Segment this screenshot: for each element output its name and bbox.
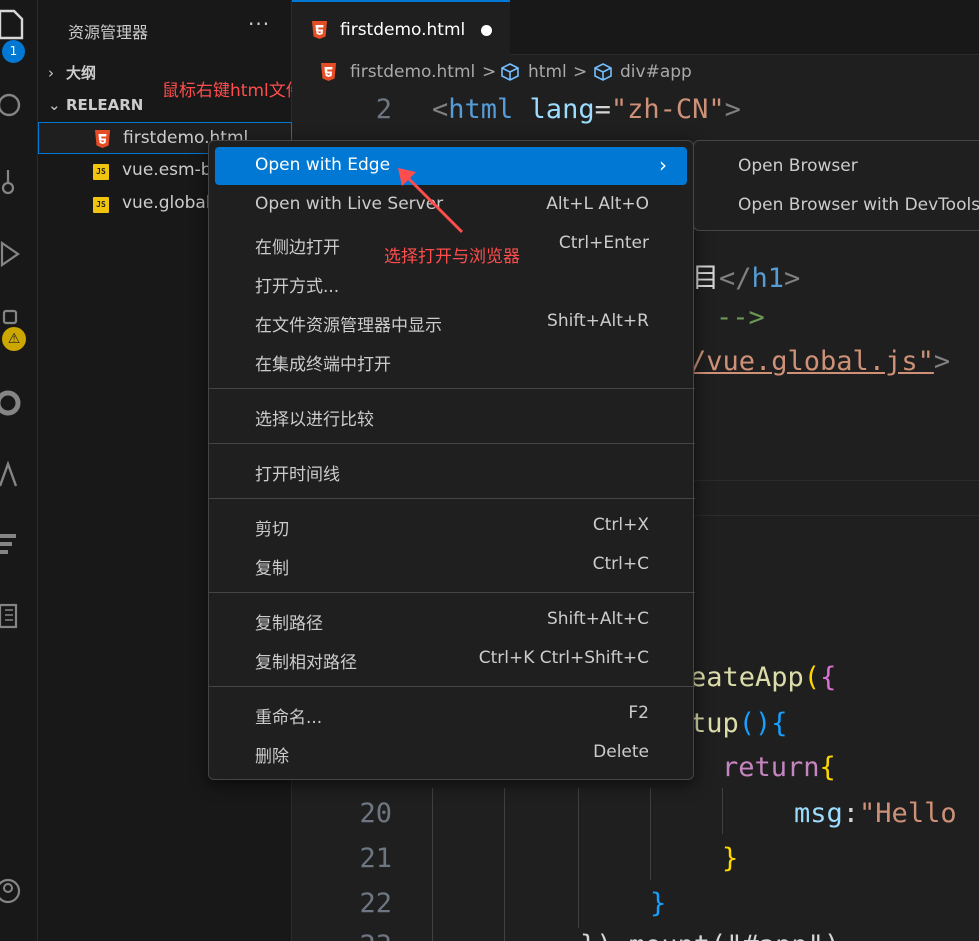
- editor-divider: [692, 515, 979, 516]
- tab-label: firstdemo.html: [340, 20, 466, 40]
- breadcrumb-html[interactable]: html: [528, 62, 567, 82]
- menu-separator: [209, 388, 695, 389]
- file-name: vue.global: [122, 193, 211, 213]
- explorer-icon[interactable]: [0, 2, 38, 42]
- warning-badge: ⚠: [2, 327, 26, 351]
- menu-item-rename[interactable]: 重命名... F2: [215, 695, 687, 733]
- annotation-right-click: 鼠标右键html文件: [162, 81, 303, 101]
- code-line: /vue.global.js">: [690, 346, 951, 377]
- indent-guide: [504, 788, 505, 941]
- code-line: tup(){: [690, 708, 788, 739]
- html5-icon: [321, 63, 336, 81]
- activity-bar: 1 ⚠: [0, 0, 38, 941]
- chevron-right-icon: ›: [48, 64, 54, 82]
- test-icon[interactable]: [0, 522, 38, 562]
- code-line: -->: [716, 302, 765, 333]
- open-with-edge-submenu: Open Browser Open Browser with DevTools: [693, 140, 979, 231]
- book-icon[interactable]: [0, 594, 38, 634]
- line-number: 22: [359, 888, 392, 919]
- file-name: vue.esm-b: [122, 160, 212, 180]
- indent-guide: [432, 788, 433, 941]
- indent-guide: [722, 788, 723, 834]
- menu-separator: [209, 443, 695, 444]
- tab-bar: firstdemo.html: [292, 0, 979, 55]
- html5-icon: [95, 130, 110, 148]
- menu-item-open-in-terminal[interactable]: 在集成终端中打开: [215, 342, 687, 380]
- menu-separator: [209, 686, 695, 687]
- search-icon[interactable]: [0, 84, 38, 124]
- code-line: return{: [722, 752, 836, 783]
- menu-separator: [209, 592, 695, 593]
- menu-item-delete[interactable]: 删除 Delete: [215, 734, 687, 772]
- chevron-right-icon: ›: [659, 153, 667, 177]
- run-debug-icon[interactable]: [0, 232, 38, 272]
- code-line: msg:"Hello: [794, 798, 957, 829]
- breadcrumb: firstdemo.html > html > div#app: [292, 56, 979, 88]
- menu-item-select-compare[interactable]: 选择以进行比较: [215, 397, 687, 435]
- menu-item-copy-path[interactable]: 复制路径 Shift+Alt+C: [215, 601, 687, 639]
- code-line: <html lang="zh-CN">: [432, 94, 741, 125]
- js-file-icon: JS: [93, 197, 109, 213]
- line-number: 2: [375, 94, 392, 125]
- submenu-item-open-browser[interactable]: Open Browser: [738, 156, 858, 176]
- js-file-icon: JS: [93, 164, 109, 180]
- breadcrumb-separator: >: [482, 62, 497, 82]
- unsaved-dot-icon[interactable]: [481, 25, 492, 36]
- explorer-badge: 1: [2, 40, 25, 63]
- menu-item-open-timeline[interactable]: 打开时间线: [215, 452, 687, 490]
- breadcrumb-file[interactable]: firstdemo.html: [350, 62, 475, 82]
- menu-item-reveal-in-explorer[interactable]: 在文件资源管理器中显示 Shift+Alt+R: [215, 303, 687, 341]
- code-line: }: [650, 888, 667, 919]
- more-actions-icon[interactable]: ···: [248, 12, 270, 36]
- indent-guide: [578, 788, 579, 928]
- cube-icon: [501, 63, 519, 81]
- annotation-arrow-icon: [398, 168, 464, 234]
- sidebar-title: 资源管理器: [68, 23, 149, 42]
- folder-section[interactable]: ⌄ RELEARN: [48, 96, 143, 114]
- account-icon[interactable]: [0, 866, 38, 906]
- menu-item-cut[interactable]: 剪切 Ctrl+X: [215, 507, 687, 545]
- menu-item-copy[interactable]: 复制 Ctrl+C: [215, 546, 687, 584]
- html5-icon: [312, 21, 327, 39]
- menu-separator: [209, 498, 695, 499]
- code-line: }).mount("#app"): [580, 930, 840, 941]
- menu-item-open-with[interactable]: 打开方式...: [215, 264, 687, 302]
- menu-item-copy-relative-path[interactable]: 复制相对路径 Ctrl+K Ctrl+Shift+C: [215, 640, 687, 678]
- code-line: }: [722, 843, 739, 874]
- source-control-icon[interactable]: [0, 160, 38, 200]
- submenu-item-open-browser-devtools[interactable]: Open Browser with DevTools: [738, 195, 979, 215]
- cube-icon: [594, 63, 612, 81]
- breadcrumb-div-app[interactable]: div#app: [620, 62, 692, 82]
- chevron-down-icon: ⌄: [48, 96, 61, 114]
- line-number: 23: [292, 930, 392, 941]
- outline-section[interactable]: › 大纲: [48, 62, 96, 83]
- indent-guide: [650, 788, 651, 880]
- breadcrumb-separator: >: [573, 62, 588, 82]
- line-number: 20: [359, 798, 392, 829]
- code-line: 目</h1>: [692, 263, 801, 294]
- annotation-choose-browser: 选择打开与浏览器: [384, 247, 520, 267]
- line-number: 21: [359, 843, 392, 874]
- azure-icon[interactable]: [0, 452, 38, 492]
- tab-firstdemo[interactable]: firstdemo.html: [292, 0, 510, 55]
- editor-divider: [692, 480, 979, 481]
- code-line: eateApp({: [690, 662, 837, 693]
- edge-icon[interactable]: [0, 380, 38, 420]
